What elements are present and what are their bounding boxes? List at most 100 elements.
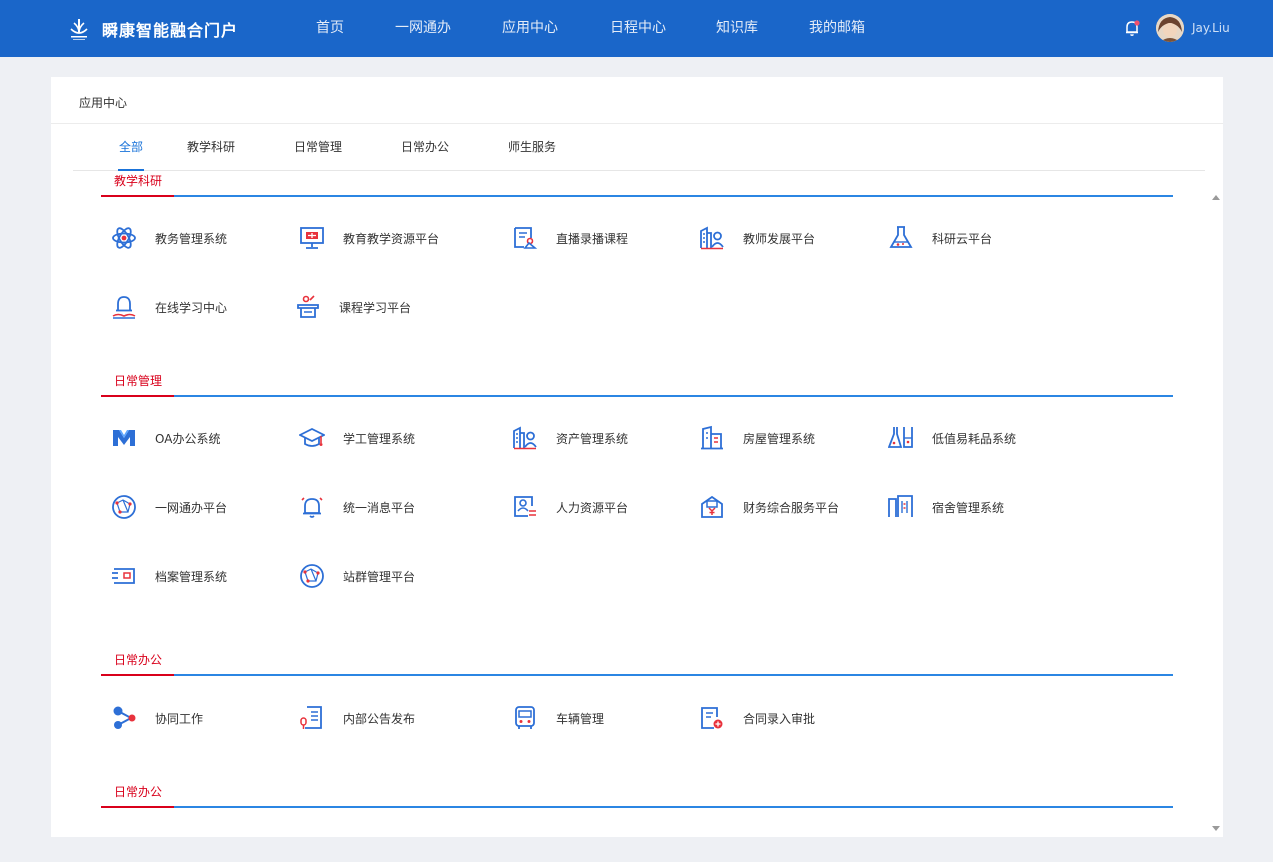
app-center-panel: 应用中心 全部 教学科研 日常管理 日常办公 师生服务 教学科研 教务管理系统 …: [51, 77, 1223, 837]
app-name: 财务综合服务平台: [743, 500, 840, 515]
section-header: 教学科研: [101, 171, 1173, 197]
campus-logo-icon: [70, 19, 88, 40]
app-item[interactable]: 宿舍管理系统: [878, 490, 1066, 524]
app-name: 课程学习平台: [339, 300, 412, 315]
app-name: OA办公系统: [155, 431, 221, 446]
tab-daily-management[interactable]: 日常管理: [292, 124, 344, 170]
beaker-icon: [888, 427, 913, 448]
tab-all[interactable]: 全部: [118, 124, 144, 171]
section-daily-office-2: 日常办公: [101, 782, 1173, 808]
app-name: 档案管理系统: [155, 569, 228, 584]
app-item[interactable]: 资产管理系统: [502, 421, 690, 455]
app-item[interactable]: 科研云平台: [878, 221, 1066, 255]
section-header: 日常办公: [101, 782, 1173, 808]
m-logo-icon: [113, 430, 135, 446]
lamp-book-icon: [112, 296, 136, 319]
atom-icon: [112, 227, 136, 249]
tab-teacher-student-services[interactable]: 师生服务: [506, 124, 558, 170]
bus-icon: [515, 706, 535, 729]
app-name: 教师发展平台: [743, 231, 816, 246]
app-name: 学工管理系统: [343, 431, 416, 446]
flask-icon: [889, 226, 913, 248]
nav-home[interactable]: 首页: [316, 0, 344, 57]
building-person-icon: [513, 426, 537, 450]
section-title: 教学科研: [101, 171, 175, 197]
app-item[interactable]: 教务管理系统: [101, 221, 289, 255]
app-name: 教育教学资源平台: [343, 231, 440, 246]
app-name: 合同录入审批: [743, 711, 816, 726]
scroll-up-arrow-icon[interactable]: [1212, 195, 1220, 200]
nav-one-stop-service[interactable]: 一网通办: [395, 0, 451, 57]
archive-icon: [112, 568, 135, 584]
app-name: 低值易耗品系统: [932, 431, 1017, 446]
contract-icon: [701, 707, 723, 729]
app-item[interactable]: OA办公系统: [101, 421, 289, 455]
app-name: 资产管理系统: [556, 431, 629, 446]
app-item[interactable]: 房屋管理系统: [689, 421, 877, 455]
section-header: 日常办公: [101, 650, 1173, 676]
brand[interactable]: 瞬康智能融合门户: [68, 14, 238, 44]
scroll-down-arrow-icon[interactable]: [1212, 826, 1220, 831]
id-card-icon: [514, 496, 536, 517]
bell-ring-icon: [301, 497, 323, 518]
section-daily-office: 日常办公 协同工作 内部公告发布 车辆管理 合同录入审批: [101, 650, 1173, 729]
app-name: 协同工作: [155, 711, 204, 726]
app-name: 一网通办平台: [155, 500, 228, 515]
app-list-scroll-area[interactable]: 教学科研 教务管理系统 教育教学资源平台 直播录播课程 教师发展平台 科研云平台…: [73, 171, 1223, 837]
app-name: 教务管理系统: [155, 231, 228, 246]
avatar-image: [1156, 14, 1184, 42]
section-title: 日常办公: [101, 650, 175, 676]
app-item[interactable]: 学工管理系统: [289, 421, 477, 455]
section-daily-management: 日常管理 OA办公系统 学工管理系统 资产管理系统 房屋管理系统 低值易耗品系统…: [101, 371, 1173, 588]
house-icon: [701, 425, 723, 450]
app-item[interactable]: 课程学习平台: [285, 290, 473, 324]
app-item[interactable]: 人力资源平台: [502, 490, 690, 524]
app-item[interactable]: 统一消息平台: [289, 490, 477, 524]
section-header: 日常管理: [101, 371, 1173, 397]
app-item[interactable]: 车辆管理: [502, 701, 690, 735]
app-item[interactable]: 低值易耗品系统: [878, 421, 1066, 455]
app-name: 科研云平台: [932, 231, 993, 246]
tab-daily-office[interactable]: 日常办公: [399, 124, 451, 170]
app-item[interactable]: 教育教学资源平台: [289, 221, 477, 255]
top-navigation-bar: 瞬康智能融合门户 首页 一网通办 应用中心 日程中心 知识库 我的邮箱 Jay.…: [0, 0, 1273, 57]
section-title: 日常办公: [101, 782, 175, 808]
app-item[interactable]: 在线学习中心: [101, 290, 289, 324]
category-tabs: 全部 教学科研 日常管理 日常办公 师生服务: [73, 124, 1205, 171]
app-item[interactable]: 一网通办平台: [101, 490, 289, 524]
app-name: 站群管理平台: [343, 569, 416, 584]
username[interactable]: Jay.Liu: [1192, 0, 1230, 57]
app-name: 宿舍管理系统: [932, 500, 1005, 515]
vertical-scrollbar[interactable]: [1209, 189, 1223, 837]
scroll-mic-icon: [300, 706, 322, 729]
app-item[interactable]: 直播录播课程: [502, 221, 690, 255]
finance-box-icon: [701, 495, 723, 518]
nav-schedule-center[interactable]: 日程中心: [610, 0, 666, 57]
nav-knowledge-base[interactable]: 知识库: [716, 0, 758, 57]
app-item[interactable]: 内部公告发布: [289, 701, 477, 735]
app-name: 在线学习中心: [155, 300, 228, 315]
app-item[interactable]: 站群管理平台: [289, 559, 477, 593]
collaboration-icon: [113, 706, 136, 729]
app-name: 内部公告发布: [343, 711, 416, 726]
app-name: 人力资源平台: [556, 500, 629, 515]
breadcrumb: 应用中心: [79, 96, 128, 110]
app-item[interactable]: 教师发展平台: [689, 221, 877, 255]
app-item[interactable]: 财务综合服务平台: [689, 490, 877, 524]
tab-teaching-research[interactable]: 教学科研: [185, 124, 237, 170]
nav-my-mailbox[interactable]: 我的邮箱: [809, 0, 865, 57]
app-item[interactable]: 协同工作: [101, 701, 289, 735]
user-avatar[interactable]: [1156, 14, 1184, 42]
app-name: 统一消息平台: [343, 500, 416, 515]
app-name: 直播录播课程: [556, 231, 629, 246]
graduation-cap-icon: [299, 427, 325, 447]
app-name: 车辆管理: [556, 711, 605, 726]
bell-icon[interactable]: [1122, 18, 1142, 38]
monitor-icon: [300, 227, 324, 249]
app-item[interactable]: 合同录入审批: [689, 701, 877, 735]
building-person-icon: [700, 226, 724, 250]
nav-app-center[interactable]: 应用中心: [502, 0, 558, 57]
network-globe-icon: [112, 495, 136, 519]
app-name: 房屋管理系统: [743, 431, 816, 446]
app-item[interactable]: 档案管理系统: [101, 559, 289, 593]
